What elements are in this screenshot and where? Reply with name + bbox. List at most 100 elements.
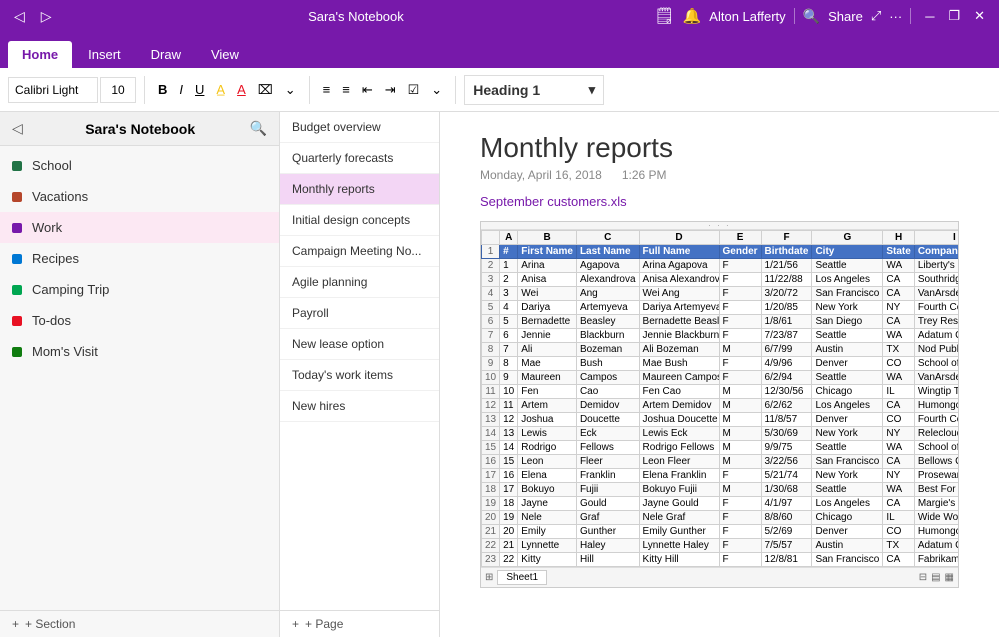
- table-cell[interactable]: Adatum Corporation: [914, 329, 959, 343]
- table-cell[interactable]: Gender: [719, 245, 761, 259]
- table-cell[interactable]: VanArsdet, Ltd.: [914, 287, 959, 301]
- table-cell[interactable]: WA: [883, 371, 914, 385]
- table-cell[interactable]: Wei: [518, 287, 577, 301]
- table-cell[interactable]: Last Name: [576, 245, 639, 259]
- table-cell[interactable]: CO: [883, 413, 914, 427]
- table-cell[interactable]: 2: [500, 273, 518, 287]
- table-cell[interactable]: Dariya Artemyeva: [639, 301, 719, 315]
- table-cell[interactable]: New York: [812, 469, 883, 483]
- table-cell[interactable]: New York: [812, 301, 883, 315]
- table-cell[interactable]: CO: [883, 357, 914, 371]
- table-cell[interactable]: School of Fine Art: [914, 441, 959, 455]
- table-cell[interactable]: Franklin: [576, 469, 639, 483]
- table-cell[interactable]: 13: [500, 427, 518, 441]
- restore-button[interactable]: ❐: [942, 6, 966, 26]
- back-button[interactable]: ◁: [8, 6, 31, 27]
- table-cell[interactable]: Jennie: [518, 329, 577, 343]
- sidebar-collapse-button[interactable]: ◁: [12, 120, 23, 137]
- bold-button[interactable]: B: [153, 77, 172, 103]
- table-cell[interactable]: F: [719, 329, 761, 343]
- table-cell[interactable]: Anisa Alexandrova: [639, 273, 719, 287]
- table-cell[interactable]: Lewis Eck: [639, 427, 719, 441]
- sidebar-item-recipes[interactable]: Recipes: [0, 243, 279, 274]
- table-cell[interactable]: 3/22/56: [761, 455, 812, 469]
- table-cell[interactable]: Denver: [812, 357, 883, 371]
- table-cell[interactable]: TX: [883, 539, 914, 553]
- table-cell[interactable]: Relecloud: [914, 427, 959, 441]
- checkbox-button[interactable]: ☑: [403, 77, 425, 103]
- table-cell[interactable]: 17: [500, 483, 518, 497]
- font-size-input[interactable]: [100, 77, 136, 103]
- table-cell[interactable]: F: [719, 273, 761, 287]
- table-cell[interactable]: 22: [500, 553, 518, 567]
- table-cell[interactable]: Company: [914, 245, 959, 259]
- table-cell[interactable]: Rodrigo: [518, 441, 577, 455]
- page-item-new-hires[interactable]: New hires: [280, 391, 439, 422]
- table-cell[interactable]: 3: [500, 287, 518, 301]
- forward-button[interactable]: ▷: [35, 6, 58, 27]
- table-cell[interactable]: 14: [500, 441, 518, 455]
- table-cell[interactable]: 6/2/94: [761, 371, 812, 385]
- table-cell[interactable]: Fen: [518, 385, 577, 399]
- table-cell[interactable]: Graf: [576, 511, 639, 525]
- table-cell[interactable]: 11/22/88: [761, 273, 812, 287]
- table-cell[interactable]: Mae Bush: [639, 357, 719, 371]
- table-cell[interactable]: Gunther: [576, 525, 639, 539]
- underline-button[interactable]: U: [190, 77, 209, 103]
- table-cell[interactable]: Margie's Travel: [914, 497, 959, 511]
- table-cell[interactable]: 7/23/87: [761, 329, 812, 343]
- table-cell[interactable]: 6: [500, 329, 518, 343]
- table-cell[interactable]: Adatum Corporation: [914, 539, 959, 553]
- add-page-button[interactable]: + + Page: [280, 610, 439, 637]
- table-cell[interactable]: Elena Franklin: [639, 469, 719, 483]
- table-cell[interactable]: State: [883, 245, 914, 259]
- table-cell[interactable]: 7: [500, 343, 518, 357]
- table-cell[interactable]: Chicago: [812, 385, 883, 399]
- attachment-link[interactable]: September customers.xls: [480, 194, 959, 209]
- table-cell[interactable]: Best For You Organics Co: [914, 483, 959, 497]
- page-item-campaign[interactable]: Campaign Meeting No...: [280, 236, 439, 267]
- table-cell[interactable]: 1: [500, 259, 518, 273]
- table-cell[interactable]: F: [719, 525, 761, 539]
- table-cell[interactable]: 4/9/96: [761, 357, 812, 371]
- table-cell[interactable]: San Francisco: [812, 287, 883, 301]
- table-cell[interactable]: Los Angeles: [812, 273, 883, 287]
- table-cell[interactable]: Seattle: [812, 441, 883, 455]
- table-cell[interactable]: Nod Publishers: [914, 343, 959, 357]
- table-cell[interactable]: WA: [883, 483, 914, 497]
- tab-draw[interactable]: Draw: [137, 41, 195, 68]
- table-cell[interactable]: Ang: [576, 287, 639, 301]
- page-item-payroll[interactable]: Payroll: [280, 298, 439, 329]
- table-cell[interactable]: Bernadette: [518, 315, 577, 329]
- table-cell[interactable]: Agapova: [576, 259, 639, 273]
- table-cell[interactable]: Lewis: [518, 427, 577, 441]
- table-cell[interactable]: Austin: [812, 539, 883, 553]
- sidebar-search-button[interactable]: 🔍: [250, 120, 267, 137]
- page-item-monthly[interactable]: Monthly reports: [280, 174, 439, 205]
- table-cell[interactable]: Fourth Coffee: [914, 413, 959, 427]
- table-cell[interactable]: CA: [883, 497, 914, 511]
- sidebar-item-school[interactable]: School: [0, 150, 279, 181]
- table-cell[interactable]: M: [719, 399, 761, 413]
- table-cell[interactable]: 11/8/57: [761, 413, 812, 427]
- table-cell[interactable]: M: [719, 385, 761, 399]
- minimize-button[interactable]: ─: [919, 7, 940, 26]
- share-button[interactable]: Share: [828, 9, 863, 24]
- add-section-button[interactable]: + + Section: [0, 610, 279, 637]
- table-cell[interactable]: Dariya: [518, 301, 577, 315]
- table-cell[interactable]: #: [500, 245, 518, 259]
- list-more-button[interactable]: ⌄: [426, 77, 447, 103]
- table-cell[interactable]: M: [719, 483, 761, 497]
- table-cell[interactable]: CA: [883, 287, 914, 301]
- table-cell[interactable]: Emily: [518, 525, 577, 539]
- table-cell[interactable]: NY: [883, 301, 914, 315]
- table-cell[interactable]: M: [719, 343, 761, 357]
- table-cell[interactable]: Humongous Insurance: [914, 399, 959, 413]
- sheet1-tab[interactable]: Sheet1: [497, 570, 547, 585]
- table-cell[interactable]: Fen Cao: [639, 385, 719, 399]
- table-cell[interactable]: Fleer: [576, 455, 639, 469]
- sidebar-item-todos[interactable]: To-dos: [0, 305, 279, 336]
- table-cell[interactable]: F: [719, 259, 761, 273]
- table-cell[interactable]: F: [719, 497, 761, 511]
- page-item-lease[interactable]: New lease option: [280, 329, 439, 360]
